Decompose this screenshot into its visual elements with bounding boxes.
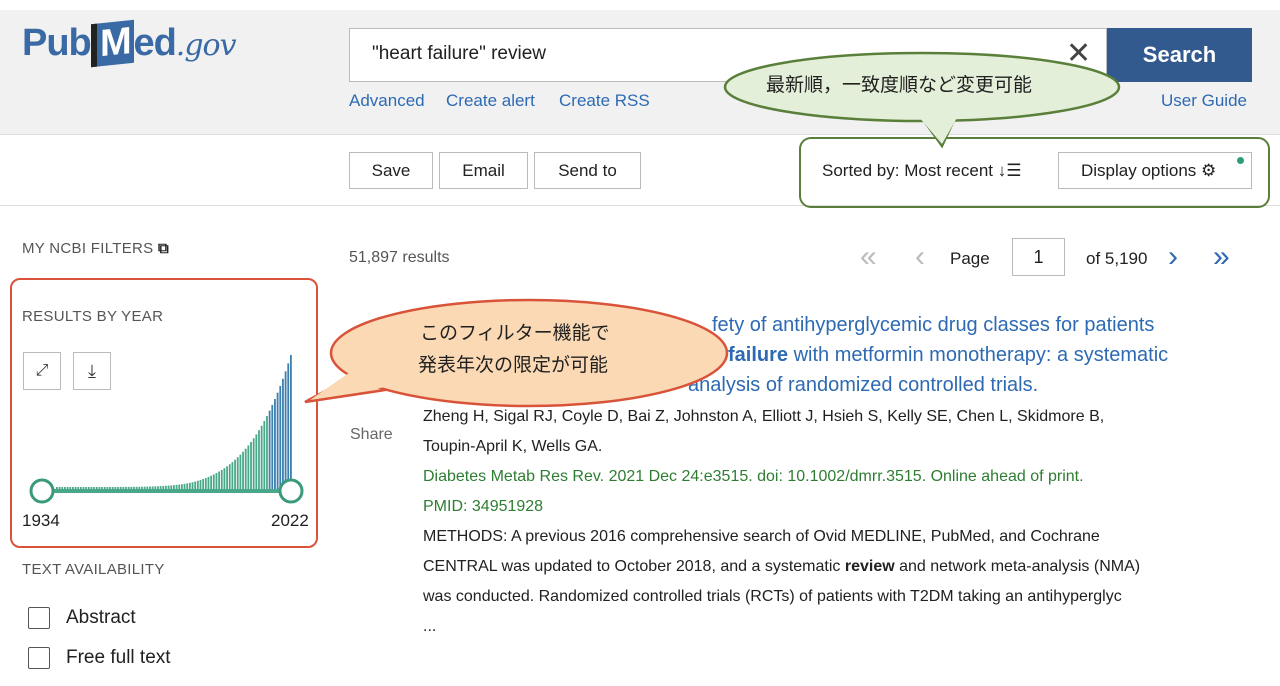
filter-callout-line-1: このフィルター機能で: [420, 323, 610, 344]
sort-callout-text: 最新順，一致度順など変更可能: [766, 75, 1033, 96]
filter-callout-line-2: 発表年次の限定が可能: [418, 355, 609, 376]
callout-shapes: [304, 51, 1121, 408]
